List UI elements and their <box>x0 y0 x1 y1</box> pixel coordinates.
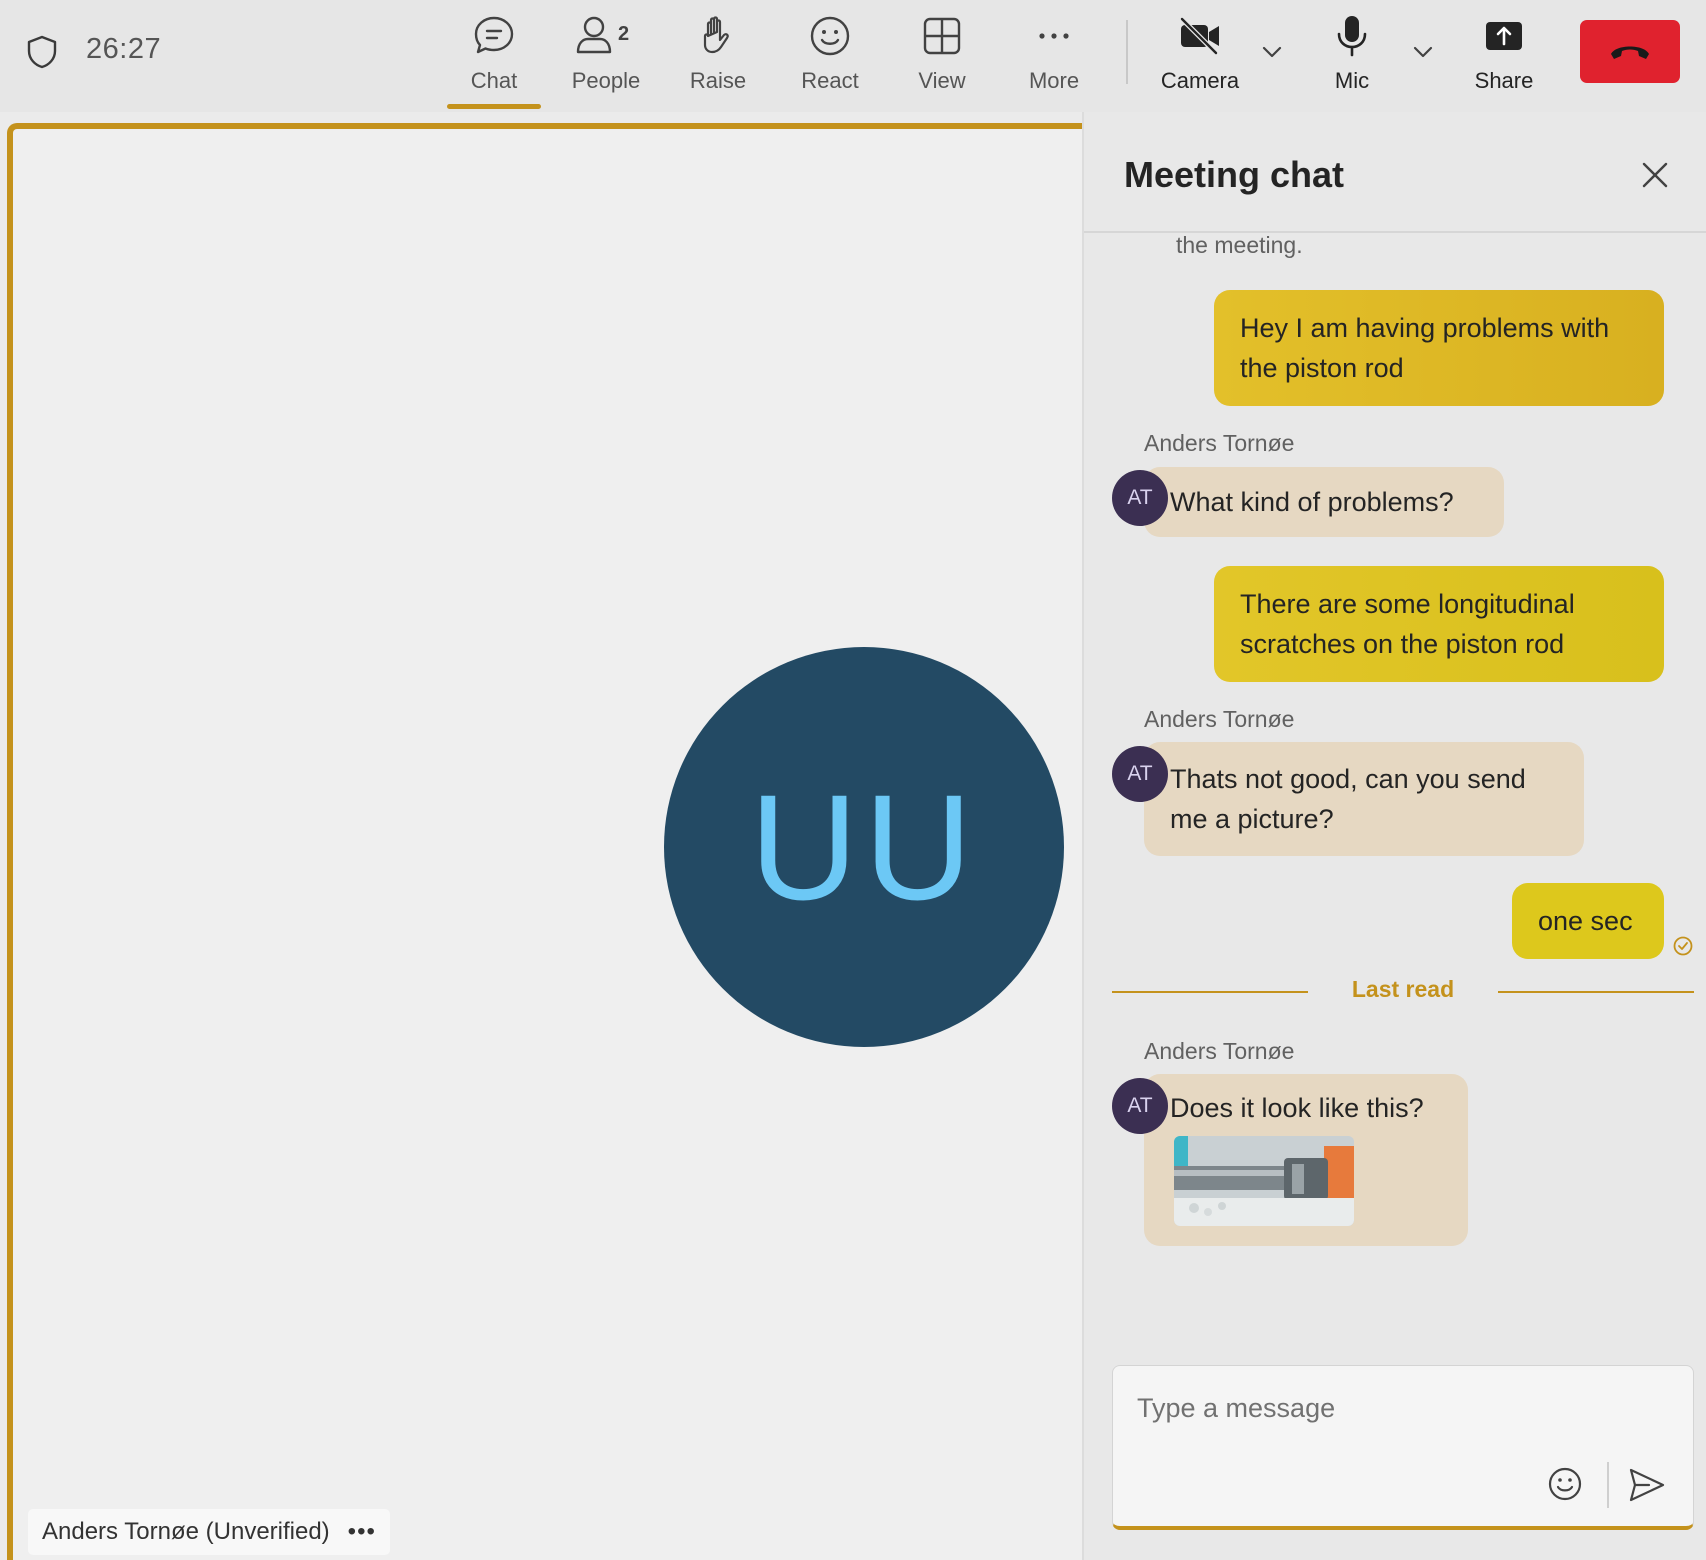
participant-initials: UU <box>749 762 979 931</box>
more-label: More <box>1028 68 1080 93</box>
share-tray-icon <box>1486 22 1522 50</box>
camera-label: Camera <box>1160 68 1240 93</box>
chat-header: Meeting chat <box>1084 112 1706 233</box>
message-text-line: the piston rod <box>1240 353 1404 383</box>
message-input[interactable] <box>1137 1388 1657 1428</box>
composer-divider <box>1607 1462 1609 1508</box>
camera-off-icon <box>1180 17 1219 55</box>
video-stage: UU Anders Tornøe (Unverified) ••• <box>7 123 1082 1560</box>
react-button[interactable]: React <box>780 14 880 100</box>
raise-label: Raise <box>689 68 747 93</box>
smiley-icon <box>810 16 850 56</box>
sender-name: Anders Tornøe <box>1144 706 1295 732</box>
system-message: the meeting. <box>1176 232 1303 258</box>
participant-name-tag: Anders Tornøe (Unverified) ••• <box>28 1509 390 1555</box>
message-text: one sec <box>1538 906 1633 936</box>
participant-avatar: UU <box>664 647 1064 1047</box>
sender-avatar[interactable]: AT <box>1112 470 1168 526</box>
send-icon[interactable] <box>1625 1464 1667 1506</box>
view-button[interactable]: View <box>892 14 992 100</box>
sender-avatar[interactable]: AT <box>1112 746 1168 802</box>
camera-button[interactable]: Camera <box>1150 14 1250 100</box>
my-message-bubble[interactable]: Hey I am having problems with the piston… <box>1214 290 1664 406</box>
message-text-line: scratches on the piston rod <box>1240 629 1565 659</box>
divider-line <box>1498 991 1694 993</box>
chat-button[interactable]: Chat <box>444 14 544 109</box>
react-label: React <box>801 68 859 93</box>
hand-icon <box>703 16 729 54</box>
shield-icon[interactable] <box>24 34 60 70</box>
read-check-icon <box>1673 936 1693 956</box>
meeting-toolbar: 26:27 Chat 2 People Raise React View Mor… <box>0 0 1706 112</box>
message-text-line: Hey I am having problems with <box>1240 313 1610 343</box>
view-label: View <box>918 68 966 93</box>
camera-options-chevron-icon[interactable] <box>1258 38 1286 66</box>
participant-name: Anders Tornøe (Unverified) <box>42 1518 330 1545</box>
emoji-icon[interactable] <box>1545 1464 1585 1504</box>
message-text: Does it look like this? <box>1170 1093 1424 1123</box>
mic-label: Mic <box>1334 68 1370 93</box>
sender-name: Anders Tornøe <box>1144 430 1295 456</box>
raise-hand-button[interactable]: Raise <box>668 14 768 100</box>
sender-avatar[interactable]: AT <box>1112 1078 1168 1134</box>
share-button[interactable]: Share <box>1454 14 1554 100</box>
toolbar-divider <box>1126 20 1128 84</box>
people-count-badge: 2 <box>618 23 630 45</box>
mic-button[interactable]: Mic <box>1302 14 1402 100</box>
microphone-icon <box>1337 16 1367 57</box>
more-button[interactable]: More <box>1004 14 1104 100</box>
piston-rod-image <box>1174 1136 1354 1226</box>
chat-bubble-icon <box>474 16 514 54</box>
mic-options-chevron-icon[interactable] <box>1409 38 1437 66</box>
share-label: Share <box>1474 68 1534 93</box>
received-message-bubble[interactable]: Does it look like this? <box>1144 1074 1468 1246</box>
sender-name: Anders Tornøe <box>1144 1038 1295 1064</box>
person-icon <box>576 16 612 54</box>
grid-icon <box>923 17 961 55</box>
message-text-line: There are some longitudinal <box>1240 589 1575 619</box>
my-message-bubble[interactable]: There are some longitudinal scratches on… <box>1214 566 1664 682</box>
ellipsis-icon <box>1039 33 1069 39</box>
close-icon[interactable] <box>1638 158 1672 192</box>
people-label: People <box>571 68 641 93</box>
message-text: What kind of problems? <box>1170 487 1454 517</box>
my-message-bubble[interactable]: one sec <box>1512 883 1664 959</box>
received-message-bubble[interactable]: What kind of problems? <box>1144 467 1504 537</box>
last-read-divider: Last read <box>1112 974 1694 1008</box>
meeting-timer: 26:27 <box>86 33 162 65</box>
piston-rod-image-attachment[interactable] <box>1174 1136 1354 1226</box>
phone-hangup-icon <box>1611 46 1649 59</box>
message-text-line: me a picture? <box>1170 804 1334 834</box>
leave-call-button[interactable] <box>1580 20 1680 83</box>
received-message-bubble[interactable]: Thats not good, can you send me a pictur… <box>1144 742 1584 856</box>
message-composer <box>1112 1365 1694 1530</box>
message-text-line: Thats not good, can you send <box>1170 764 1526 794</box>
chat-label: Chat <box>470 68 518 93</box>
chat-title: Meeting chat <box>1124 154 1345 195</box>
last-read-label: Last read <box>1351 976 1455 1002</box>
participant-options-ellipsis-icon[interactable]: ••• <box>348 1518 376 1546</box>
people-button[interactable]: 2 People <box>556 14 656 100</box>
meeting-chat-panel: Meeting chat the meeting. Hey I am havin… <box>1082 112 1706 1560</box>
